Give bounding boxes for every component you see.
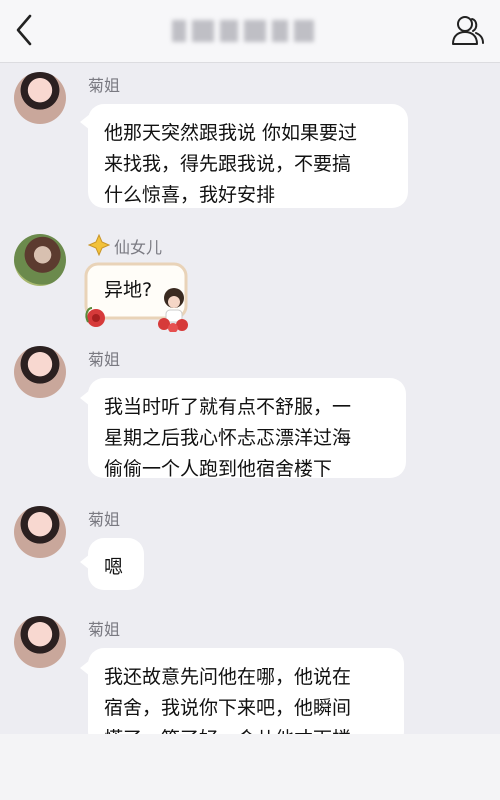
avatar[interactable] [14, 506, 66, 558]
message-input-bar[interactable] [0, 734, 500, 800]
message-text: 异地? [104, 279, 153, 301]
chevron-left-icon[interactable] [8, 12, 42, 48]
message-bubble[interactable]: 我还故意先问他在哪，他说在 宿舍，我说你下来吧，他瞬间 慌了，等了好一会儿他才下… [88, 648, 404, 750]
avatar[interactable] [14, 72, 66, 124]
top-bar [0, 0, 500, 63]
avatar[interactable] [14, 616, 66, 668]
avatar[interactable] [14, 234, 66, 286]
message-bubble[interactable]: 他那天突然跟我说 你如果要过 来找我，得先跟我说，不要搞 什么惊喜，我好安排 [88, 104, 408, 208]
diamond-star-icon [88, 234, 110, 256]
message-bubble[interactable]: 嗯 [88, 538, 144, 590]
sender-name: 菊姐 [88, 350, 121, 369]
blurred-contact-name [172, 20, 322, 42]
person-icon[interactable] [450, 13, 486, 47]
sender-name: 菊姐 [88, 620, 121, 639]
sender-name: 仙女儿 [114, 238, 163, 257]
sender-name: 菊姐 [88, 76, 121, 95]
sender-name: 菊姐 [88, 510, 121, 529]
message-bubble[interactable]: 我当时听了就有点不舒服，一 星期之后我心怀忐忑漂洋过海 偷偷一个人跑到他宿舍楼下 [88, 378, 406, 480]
avatar[interactable] [14, 346, 66, 398]
